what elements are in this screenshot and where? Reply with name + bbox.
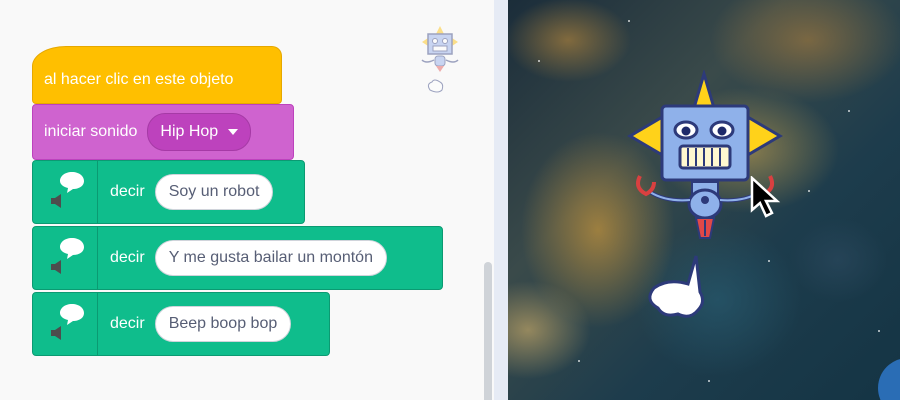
speaker-icon <box>51 326 61 340</box>
speak-block-1[interactable]: decir Soy un robot <box>32 160 305 224</box>
planet-edge <box>878 358 900 400</box>
mouse-pointer-icon <box>750 176 781 218</box>
speaker-icon <box>51 194 61 208</box>
sound-block-label: iniciar sonido <box>44 123 138 140</box>
speak-block-2[interactable]: decir Y me gusta bailar un montón <box>32 226 443 290</box>
code-area[interactable]: al hacer clic en este objeto iniciar son… <box>0 0 494 400</box>
stage[interactable] <box>508 0 900 400</box>
scrollbar-thumb[interactable] <box>484 262 492 400</box>
speaker-icon <box>51 260 61 274</box>
speak-block-3[interactable]: decir Beep boop bop <box>32 292 330 356</box>
speak-text-input[interactable]: Beep boop bop <box>154 306 292 342</box>
chevron-down-icon <box>228 129 239 135</box>
sound-dropdown[interactable]: Hip Hop <box>147 113 252 151</box>
speak-label: decir <box>110 315 145 332</box>
speak-text-input[interactable]: Soy un robot <box>154 174 274 210</box>
pane-divider <box>494 0 508 400</box>
text-to-speech-extension-icon <box>33 227 98 289</box>
sound-dropdown-value: Hip Hop <box>160 123 219 140</box>
when-sprite-clicked-block[interactable]: al hacer clic en este objeto <box>32 46 282 104</box>
speak-label: decir <box>110 183 145 200</box>
text-to-speech-extension-icon <box>33 161 98 223</box>
start-sound-block[interactable]: iniciar sonido Hip Hop <box>32 104 294 160</box>
speak-text-input[interactable]: Y me gusta bailar un montón <box>154 240 387 276</box>
speech-bubble-icon <box>60 238 84 259</box>
speak-label: decir <box>110 249 145 266</box>
speech-bubble-icon <box>60 304 84 325</box>
hat-block-label: al hacer clic en este objeto <box>44 71 234 88</box>
text-to-speech-extension-icon <box>33 293 98 355</box>
sprite-thumbnail-icon <box>421 26 459 93</box>
speech-bubble-icon <box>60 172 84 193</box>
